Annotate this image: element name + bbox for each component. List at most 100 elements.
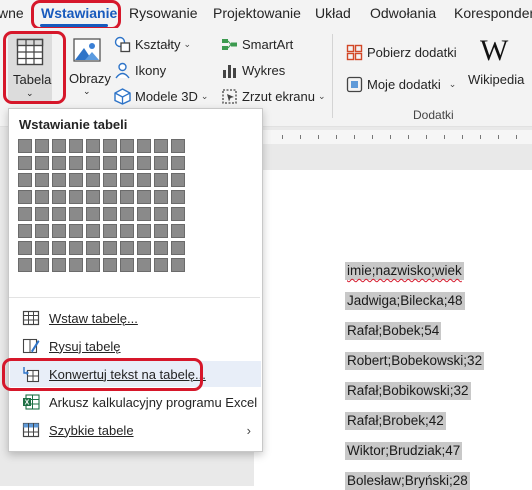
table-grid-cell[interactable] [137,190,151,204]
table-grid-cell[interactable] [137,156,151,170]
table-grid-cell[interactable] [171,139,185,153]
table-grid-cell[interactable] [103,190,117,204]
table-grid-cell[interactable] [86,224,100,238]
table-grid-cell[interactable] [18,258,32,272]
tab-korespondencja[interactable]: Koresponder [454,5,532,21]
table-grid-cell[interactable] [52,190,66,204]
table-grid-cell[interactable] [18,156,32,170]
document-line[interactable]: Rafał;Bobikowski;32 [345,382,471,400]
table-grid-cell[interactable] [86,190,100,204]
smartart-button[interactable]: SmartArt [221,36,293,53]
table-grid-cell[interactable] [137,241,151,255]
document-line[interactable]: Bolesław;Bryński;28 [345,472,470,490]
table-grid-cell[interactable] [52,173,66,187]
table-grid-cell[interactable] [137,207,151,221]
table-grid-cell[interactable] [35,224,49,238]
icons-button[interactable]: Ikony [114,62,166,79]
table-grid-cell[interactable] [171,241,185,255]
table-grid-cell[interactable] [103,241,117,255]
table-grid-cell[interactable] [171,207,185,221]
table-grid-cell[interactable] [35,190,49,204]
draw-table-item[interactable]: Rysuj tabelę [10,333,261,359]
quick-tables-item[interactable]: Szybkie tabele › [10,417,261,443]
table-grid-cell[interactable] [120,241,134,255]
wikipedia-button[interactable]: W Wikipedia [464,34,524,100]
tab-rysowanie[interactable]: Rysowanie [129,5,197,21]
table-grid-cell[interactable] [120,139,134,153]
horizontal-ruler[interactable] [262,130,532,144]
table-grid-cell[interactable] [154,224,168,238]
models-3d-button[interactable]: Modele 3D ⌄ [114,88,208,105]
document-line[interactable]: Jadwiga;Bilecka;48 [345,292,465,310]
table-grid-cell[interactable] [120,156,134,170]
table-grid-cell[interactable] [137,258,151,272]
table-grid-cell[interactable] [171,258,185,272]
table-grid-cell[interactable] [69,156,83,170]
document-line[interactable]: Wiktor;Brudziak;47 [345,442,463,460]
table-grid-cell[interactable] [154,207,168,221]
table-grid-cell[interactable] [52,207,66,221]
table-grid-cell[interactable] [86,241,100,255]
table-grid-cell[interactable] [52,139,66,153]
table-grid-cell[interactable] [69,258,83,272]
table-grid-cell[interactable] [103,139,117,153]
table-grid-cell[interactable] [103,207,117,221]
document-line[interactable]: Rafał;Bobek;54 [345,322,442,340]
table-grid-cell[interactable] [35,258,49,272]
table-grid-cell[interactable] [171,173,185,187]
table-grid-cell[interactable] [18,241,32,255]
table-grid-cell[interactable] [18,139,32,153]
tab-odwolania[interactable]: Odwołania [370,5,436,21]
table-grid-cell[interactable] [120,173,134,187]
table-grid-cell[interactable] [103,258,117,272]
images-button[interactable]: Obrazy ⌄ [66,34,111,100]
document-line[interactable]: imie;nazwisko;wiek [345,262,464,280]
tab-projektowanie[interactable]: Projektowanie [213,5,301,21]
document-line[interactable]: Rafał;Brobek;42 [345,412,446,430]
table-grid-cell[interactable] [137,139,151,153]
table-grid-cell[interactable] [120,207,134,221]
table-grid-cell[interactable] [154,173,168,187]
excel-spreadsheet-item[interactable]: X Arkusz kalkulacyjny programu Excel [10,389,261,415]
table-grid-cell[interactable] [35,156,49,170]
table-grid-cell[interactable] [35,139,49,153]
table-grid-cell[interactable] [35,241,49,255]
tab-widok[interactable]: wne [0,5,24,21]
table-grid-cell[interactable] [120,190,134,204]
table-grid-cell[interactable] [137,224,151,238]
table-grid-cell[interactable] [86,156,100,170]
table-grid-cell[interactable] [69,207,83,221]
get-addins-button[interactable]: Pobierz dodatki [346,44,457,61]
table-grid-cell[interactable] [35,173,49,187]
tab-wstawianie[interactable]: Wstawianie [41,5,117,21]
table-grid-cell[interactable] [52,224,66,238]
table-grid-cell[interactable] [171,224,185,238]
table-grid-cell[interactable] [137,173,151,187]
table-grid-cell[interactable] [52,156,66,170]
table-grid-cell[interactable] [86,258,100,272]
table-grid-cell[interactable] [103,173,117,187]
table-grid-cell[interactable] [171,190,185,204]
table-grid-cell[interactable] [120,258,134,272]
table-grid-cell[interactable] [52,241,66,255]
table-grid-cell[interactable] [86,207,100,221]
table-grid-cell[interactable] [154,241,168,255]
table-grid-cell[interactable] [69,139,83,153]
table-grid-cell[interactable] [120,224,134,238]
tab-uklad[interactable]: Układ [315,5,351,21]
table-grid-cell[interactable] [154,258,168,272]
document-line[interactable]: Robert;Bobekowski;32 [345,352,485,370]
shapes-button[interactable]: Kształty ⌄ [114,36,191,53]
table-grid-cell[interactable] [154,139,168,153]
table-grid-cell[interactable] [69,224,83,238]
convert-text-to-table-item[interactable]: Konwertuj tekst na tabelę... [10,361,261,387]
table-grid-cell[interactable] [18,190,32,204]
table-grid-cell[interactable] [154,156,168,170]
table-grid-cell[interactable] [18,224,32,238]
table-grid-cell[interactable] [52,258,66,272]
table-grid-cell[interactable] [18,207,32,221]
table-grid-cell[interactable] [103,156,117,170]
table-grid-cell[interactable] [103,224,117,238]
table-size-grid[interactable] [18,139,185,272]
table-button[interactable]: Tabela ⌄ [8,32,52,102]
